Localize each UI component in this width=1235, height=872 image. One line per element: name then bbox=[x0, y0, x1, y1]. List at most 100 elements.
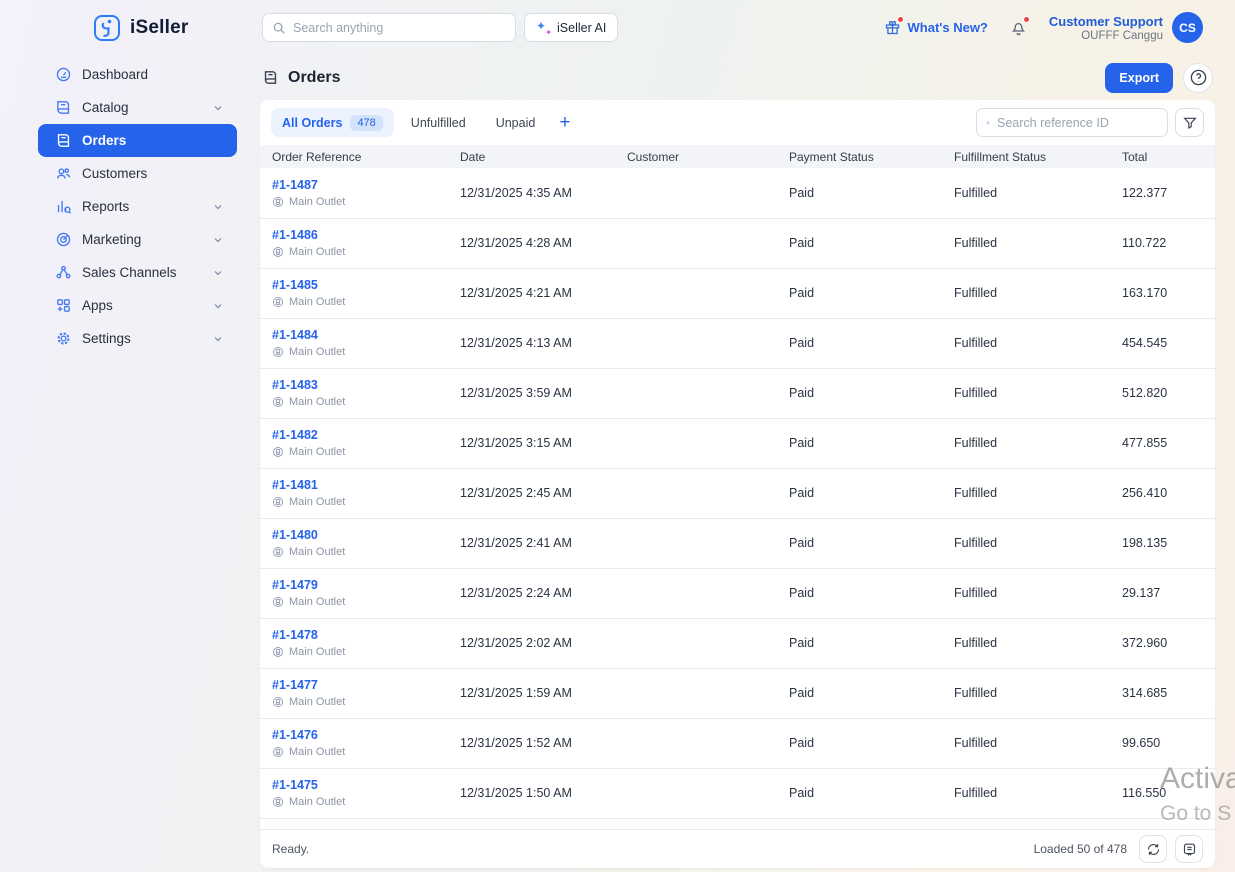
sidebar-item-sales-channels[interactable]: Sales Channels bbox=[38, 256, 237, 289]
payment-status: Paid bbox=[779, 268, 944, 319]
avatar[interactable]: CS bbox=[1172, 12, 1203, 43]
order-reference-link[interactable]: #1-1475 bbox=[272, 778, 440, 792]
payment-status: Paid bbox=[779, 618, 944, 669]
order-customer bbox=[617, 368, 779, 419]
table-row[interactable]: #1-1484 Main Outlet 12/31/2025 4:13 AM P… bbox=[260, 318, 1215, 369]
order-reference-link[interactable]: #1-1487 bbox=[272, 178, 440, 192]
orders-card: All Orders 478 Unfulfilled Unpaid + Sear… bbox=[260, 100, 1215, 868]
order-customer bbox=[617, 168, 779, 219]
fulfillment-status: Fulfilled bbox=[944, 218, 1112, 269]
reference-search-input[interactable] bbox=[997, 115, 1158, 130]
outlet-label: Main Outlet bbox=[289, 746, 346, 758]
payment-status: Paid bbox=[779, 568, 944, 619]
order-customer bbox=[617, 768, 779, 819]
global-search[interactable] bbox=[262, 13, 516, 42]
notifications-bell-icon[interactable] bbox=[1010, 16, 1030, 36]
global-search-input[interactable] bbox=[293, 20, 506, 35]
user-menu[interactable]: Customer Support OUFFF Canggu CS bbox=[1049, 12, 1203, 43]
fulfillment-status: Fulfilled bbox=[944, 168, 1112, 219]
add-tab-button[interactable]: + bbox=[552, 112, 577, 134]
loaded-count: Loaded 50 of 478 bbox=[1033, 842, 1127, 856]
order-date: 12/31/2025 1:59 AM bbox=[450, 668, 617, 719]
outlet-label: Main Outlet bbox=[289, 246, 346, 258]
order-reference-link[interactable]: #1-1478 bbox=[272, 628, 440, 642]
table-row[interactable]: #1-1476 Main Outlet 12/31/2025 1:52 AM P… bbox=[260, 718, 1215, 769]
topbar: iSeller ✦✦ iSeller AI What's New? Custom… bbox=[0, 0, 1235, 55]
payment-status: Paid bbox=[779, 168, 944, 219]
outlet-icon bbox=[273, 697, 283, 707]
order-reference-link[interactable]: #1-1483 bbox=[272, 378, 440, 392]
outlet-icon bbox=[273, 347, 283, 357]
order-total: 29.137 bbox=[1112, 568, 1215, 619]
order-date: 12/31/2025 4:13 AM bbox=[450, 318, 617, 369]
export-button[interactable]: Export bbox=[1105, 62, 1173, 93]
table-row[interactable]: #1-1480 Main Outlet 12/31/2025 2:41 AM P… bbox=[260, 518, 1215, 569]
apps-icon bbox=[55, 297, 72, 314]
tab-unfulfilled[interactable]: Unfulfilled bbox=[398, 116, 479, 130]
sidebar-item-reports[interactable]: Reports bbox=[38, 190, 237, 223]
sidebar-item-customers[interactable]: Customers bbox=[38, 157, 237, 190]
outlet-icon bbox=[273, 497, 283, 507]
payment-status: Paid bbox=[779, 418, 944, 469]
outlet-icon bbox=[273, 397, 283, 407]
order-reference-link[interactable]: #1-1477 bbox=[272, 678, 440, 692]
payment-status: Paid bbox=[779, 468, 944, 519]
sidebar-item-apps[interactable]: Apps bbox=[38, 289, 237, 322]
table-row[interactable]: #1-1479 Main Outlet 12/31/2025 2:24 AM P… bbox=[260, 568, 1215, 619]
sidebar-item-settings[interactable]: Settings bbox=[38, 322, 237, 355]
col-payment-status: Payment Status bbox=[779, 145, 944, 168]
iseller-ai-button[interactable]: ✦ ✦ iSeller AI bbox=[524, 13, 619, 42]
table-row[interactable]: #1-1481 Main Outlet 12/31/2025 2:45 AM P… bbox=[260, 468, 1215, 519]
order-reference-link[interactable]: #1-1476 bbox=[272, 728, 440, 742]
order-reference-link[interactable]: #1-1481 bbox=[272, 478, 440, 492]
sparkle-icon: ✦ ✦ bbox=[536, 19, 552, 37]
order-reference-link[interactable]: #1-1482 bbox=[272, 428, 440, 442]
fulfillment-status: Fulfilled bbox=[944, 568, 1112, 619]
sidebar-item-marketing[interactable]: Marketing bbox=[38, 223, 237, 256]
table-row[interactable]: #1-1485 Main Outlet 12/31/2025 4:21 AM P… bbox=[260, 268, 1215, 319]
log-button[interactable] bbox=[1175, 835, 1203, 863]
order-reference-link[interactable]: #1-1479 bbox=[272, 578, 440, 592]
order-reference-link[interactable]: #1-1485 bbox=[272, 278, 440, 292]
catalog-icon bbox=[55, 99, 72, 116]
col-total: Total bbox=[1112, 145, 1215, 168]
order-total: 116.550 bbox=[1112, 768, 1215, 819]
help-button[interactable] bbox=[1183, 62, 1213, 93]
order-total: 122.377 bbox=[1112, 168, 1215, 219]
order-customer bbox=[617, 468, 779, 519]
table-row[interactable]: #1-1475 Main Outlet 12/31/2025 1:50 AM P… bbox=[260, 768, 1215, 819]
tab-all-orders[interactable]: All Orders 478 bbox=[271, 108, 394, 137]
table-row[interactable]: #1-1477 Main Outlet 12/31/2025 1:59 AM P… bbox=[260, 668, 1215, 719]
order-date: 12/31/2025 4:35 AM bbox=[450, 168, 617, 219]
order-date: 12/31/2025 2:45 AM bbox=[450, 468, 617, 519]
table-row[interactable]: #1-1483 Main Outlet 12/31/2025 3:59 AM P… bbox=[260, 368, 1215, 419]
order-customer bbox=[617, 268, 779, 319]
table-row[interactable]: #1-1478 Main Outlet 12/31/2025 2:02 AM P… bbox=[260, 618, 1215, 669]
outlet-label: Main Outlet bbox=[289, 796, 346, 808]
fulfillment-status: Fulfilled bbox=[944, 718, 1112, 769]
search-icon bbox=[986, 120, 990, 125]
sales-channels-icon bbox=[55, 264, 72, 281]
order-total: 314.685 bbox=[1112, 668, 1215, 719]
search-icon bbox=[273, 22, 285, 34]
col-date: Date bbox=[450, 145, 617, 168]
sidebar-item-catalog[interactable]: Catalog bbox=[38, 91, 237, 124]
order-reference-link[interactable]: #1-1486 bbox=[272, 228, 440, 242]
order-reference-link[interactable]: #1-1480 bbox=[272, 528, 440, 542]
table-row[interactable]: #1-1482 Main Outlet 12/31/2025 3:15 AM P… bbox=[260, 418, 1215, 469]
outlet-icon bbox=[273, 196, 283, 207]
order-reference-link[interactable]: #1-1484 bbox=[272, 328, 440, 342]
status-bar: Ready. Loaded 50 of 478 bbox=[260, 828, 1215, 869]
refresh-button[interactable] bbox=[1139, 835, 1167, 863]
tab-unpaid[interactable]: Unpaid bbox=[483, 116, 549, 130]
reference-search[interactable] bbox=[976, 108, 1168, 137]
brand-logo[interactable]: iSeller bbox=[93, 14, 188, 42]
status-text: Ready. bbox=[272, 842, 310, 856]
sidebar-item-dashboard[interactable]: Dashboard bbox=[38, 58, 237, 91]
whats-new-link[interactable]: What's New? bbox=[884, 16, 988, 36]
sidebar-item-orders[interactable]: Orders bbox=[38, 124, 237, 157]
table-row[interactable]: #1-1487 Main Outlet 12/31/2025 4:35 AM P… bbox=[260, 168, 1215, 219]
order-date: 12/31/2025 2:41 AM bbox=[450, 518, 617, 569]
filter-button[interactable] bbox=[1175, 108, 1204, 137]
table-row[interactable]: #1-1486 Main Outlet 12/31/2025 4:28 AM P… bbox=[260, 218, 1215, 269]
